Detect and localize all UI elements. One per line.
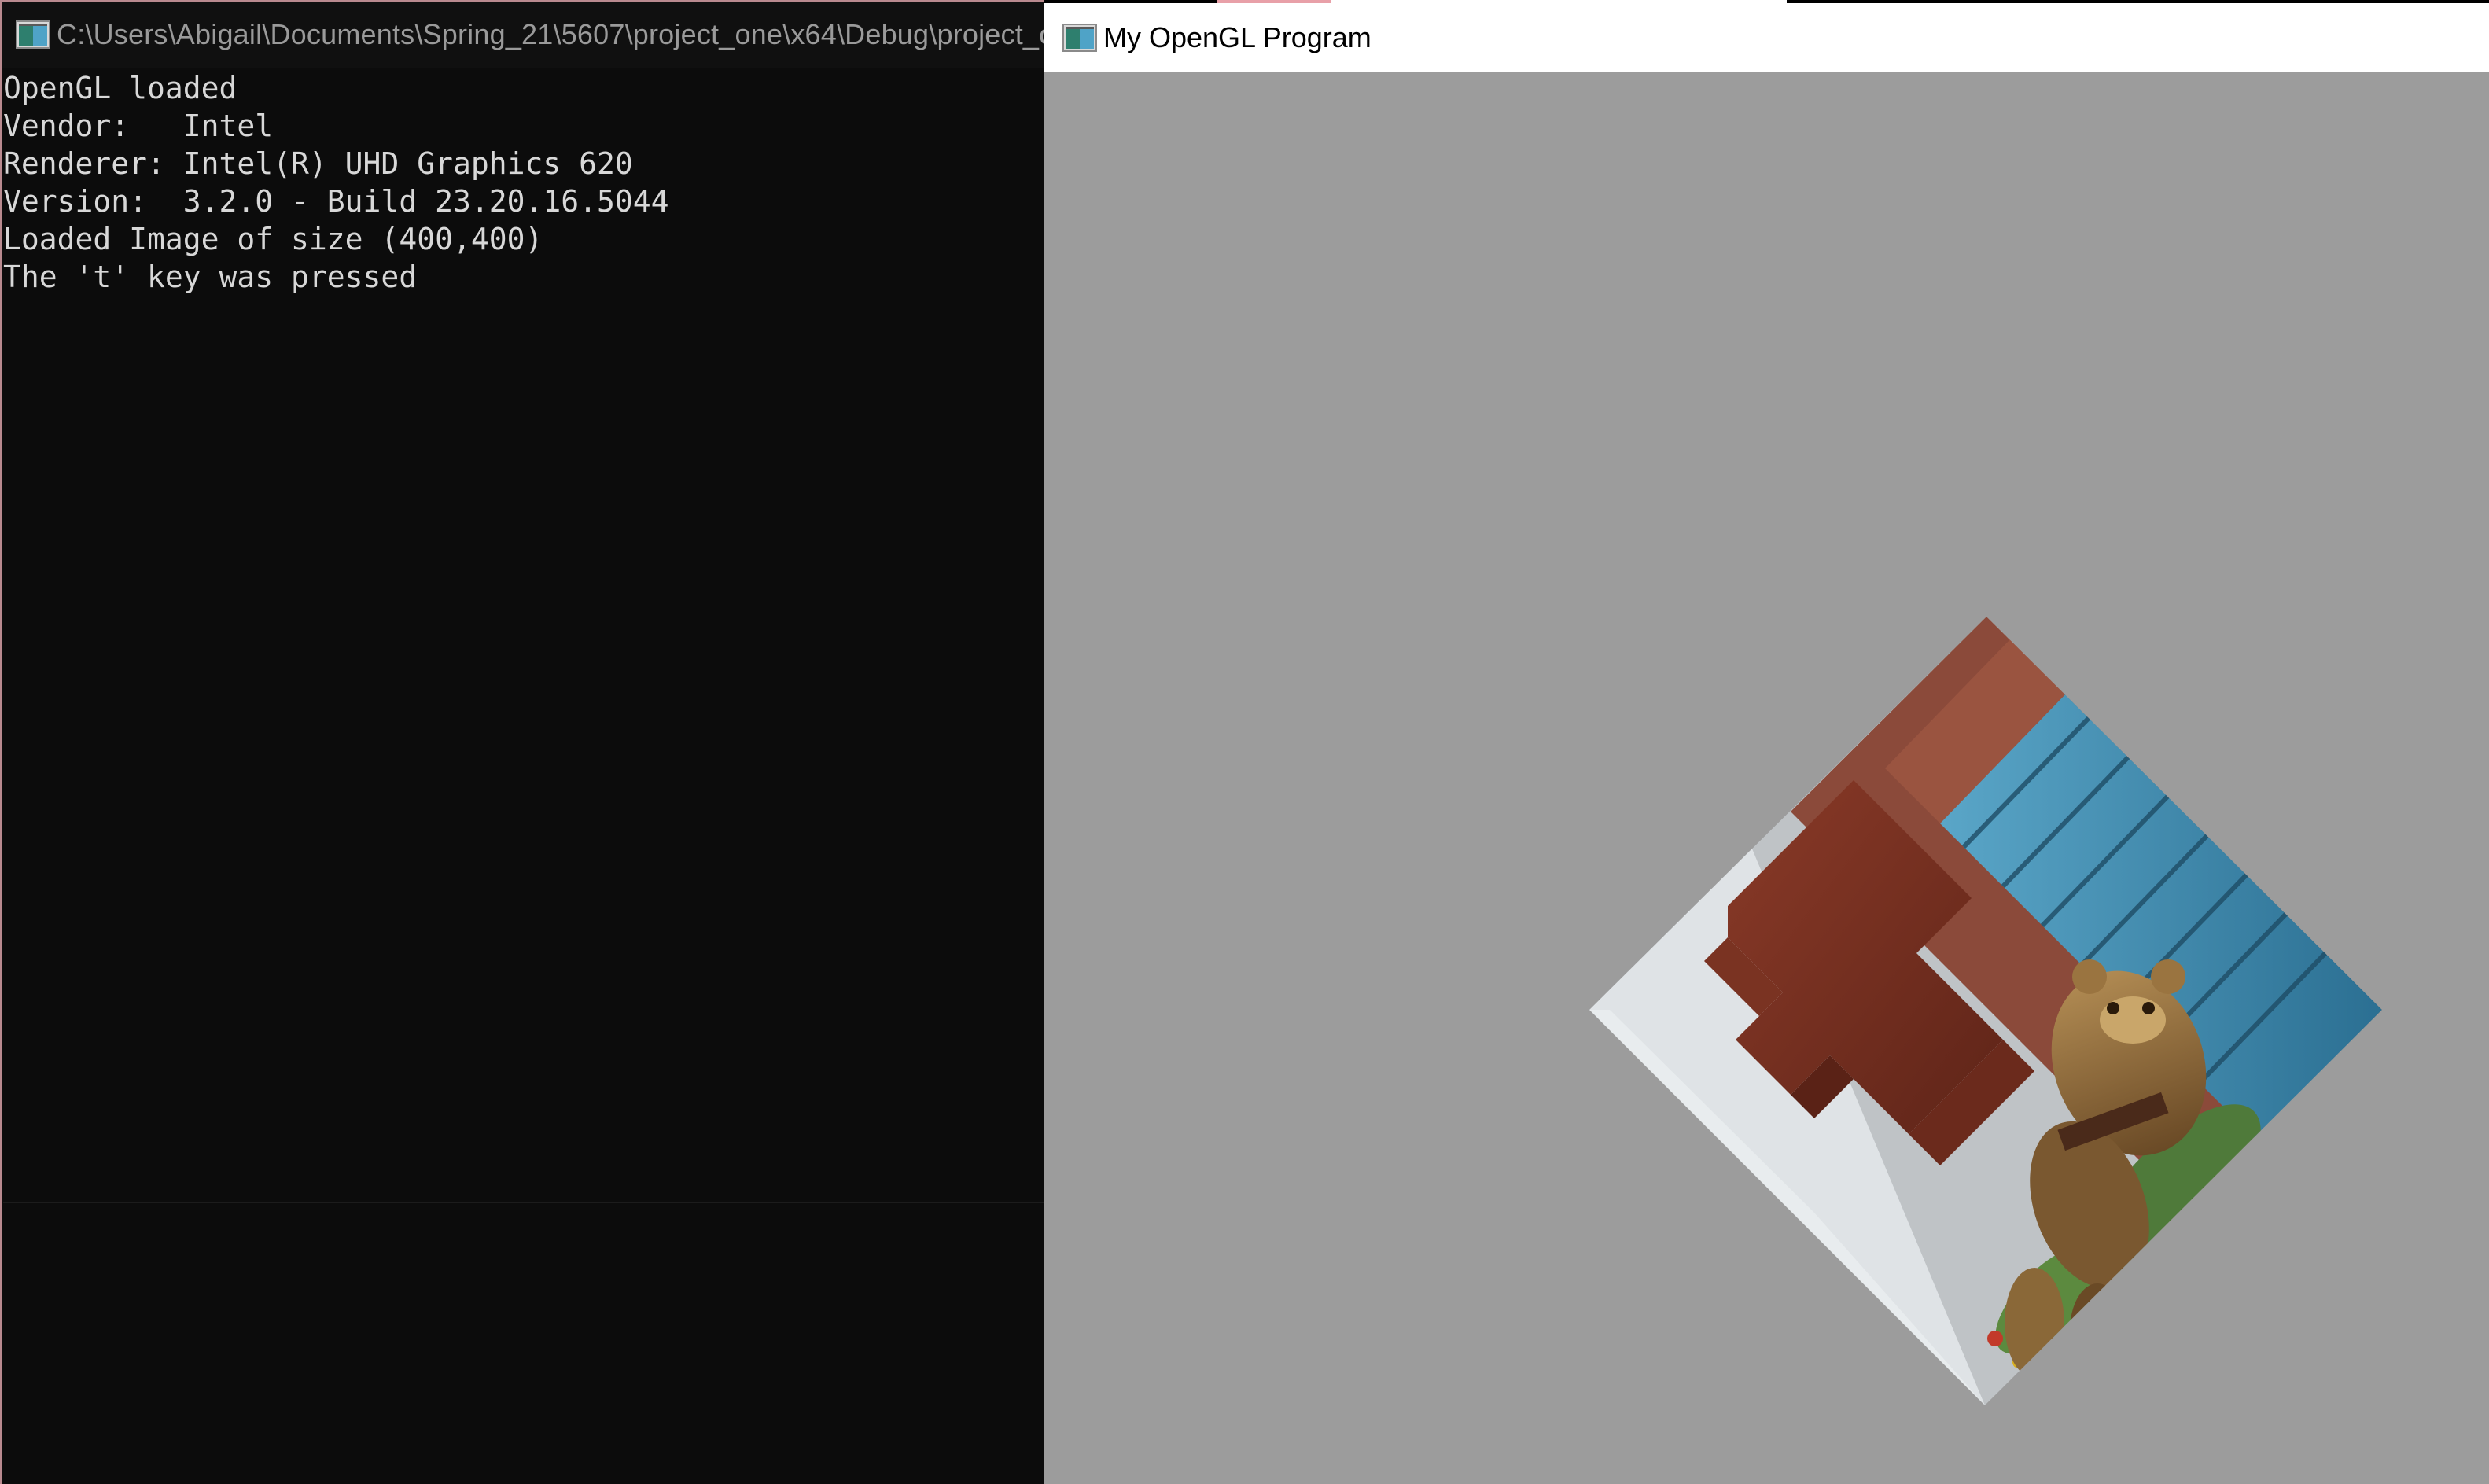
console-line: OpenGL loaded [3, 71, 237, 105]
console-app-icon [16, 20, 50, 49]
opengl-app-icon [1062, 24, 1097, 52]
opengl-window-title: My OpenGL Program [1103, 21, 1372, 53]
opengl-window[interactable]: My OpenGL Program [1044, 0, 2489, 1484]
console-window[interactable]: C:\Users\Abigail\Documents\Spring_21\560… [0, 0, 1044, 1484]
console-output[interactable]: OpenGL loaded Vendor: Intel Renderer: In… [3, 69, 1044, 1202]
rotated-textured-quad [1589, 617, 2382, 1405]
console-line: Vendor: Intel [3, 109, 274, 143]
console-titlebar[interactable]: C:\Users\Abigail\Documents\Spring_21\560… [2, 2, 1044, 68]
opengl-titlebar[interactable]: My OpenGL Program [1044, 3, 2489, 72]
photo-texture [1589, 617, 2382, 1405]
console-line: Loaded Image of size (400,400) [3, 222, 543, 256]
opengl-viewport[interactable] [1044, 72, 2489, 1484]
console-buffer-divider [3, 1202, 1044, 1203]
console-window-title: C:\Users\Abigail\Documents\Spring_21\560… [57, 18, 1044, 50]
console-line: The 't' key was pressed [3, 260, 418, 294]
console-line: Version: 3.2.0 - Build 23.20.16.5044 [3, 184, 669, 219]
console-line: Renderer: Intel(R) UHD Graphics 620 [3, 146, 633, 181]
